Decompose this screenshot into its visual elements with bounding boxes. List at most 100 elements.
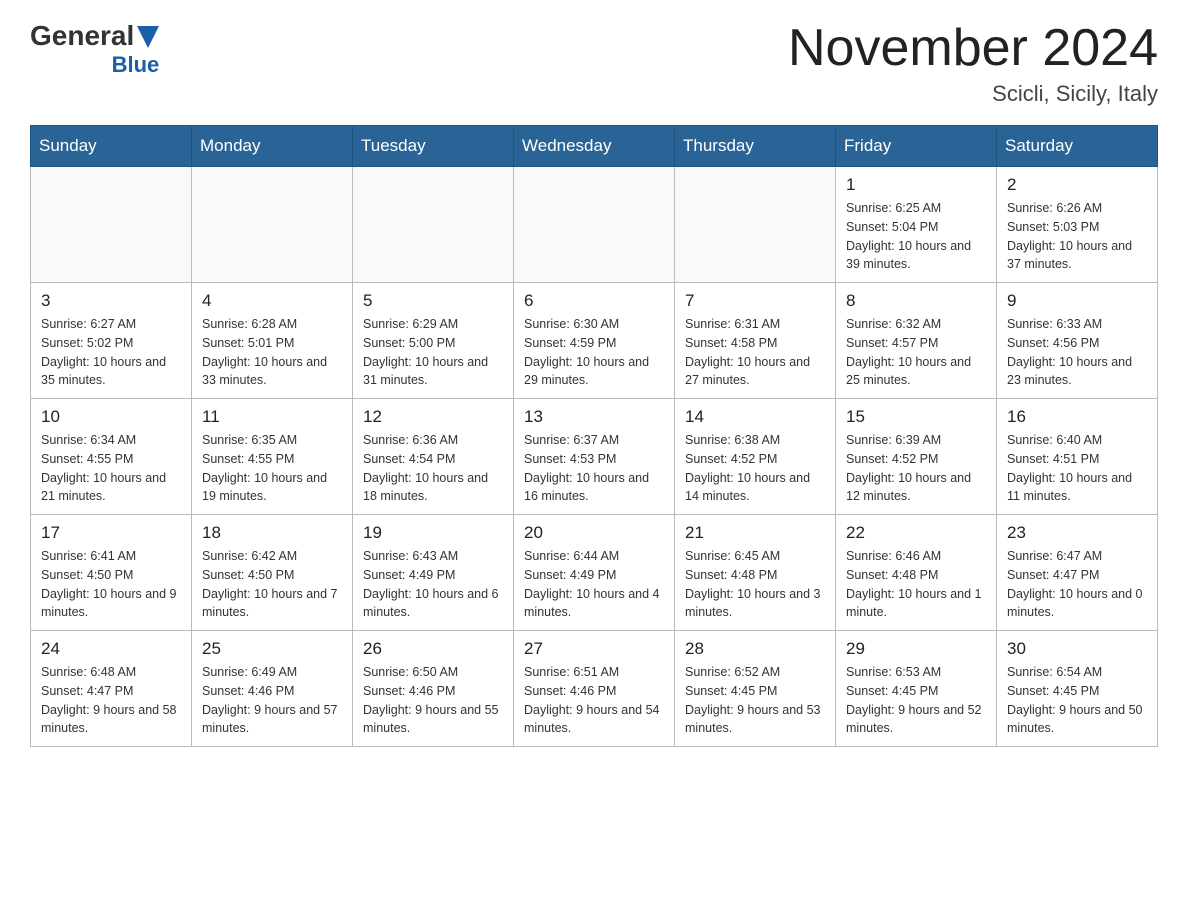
day-number: 17: [41, 523, 181, 543]
header-row: SundayMondayTuesdayWednesdayThursdayFrid…: [31, 126, 1158, 167]
day-info: Sunrise: 6:31 AMSunset: 4:58 PMDaylight:…: [685, 315, 825, 390]
day-info: Sunrise: 6:54 AMSunset: 4:45 PMDaylight:…: [1007, 663, 1147, 738]
day-number: 24: [41, 639, 181, 659]
logo-blue-text: Blue: [112, 52, 160, 77]
day-info: Sunrise: 6:51 AMSunset: 4:46 PMDaylight:…: [524, 663, 664, 738]
calendar-week-row: 24 Sunrise: 6:48 AMSunset: 4:47 PMDayligh…: [31, 631, 1158, 747]
day-number: 4: [202, 291, 342, 311]
calendar-day-cell: 2 Sunrise: 6:26 AMSunset: 5:03 PMDaylight…: [997, 167, 1158, 283]
day-info: Sunrise: 6:49 AMSunset: 4:46 PMDaylight:…: [202, 663, 342, 738]
calendar-day-cell: 27 Sunrise: 6:51 AMSunset: 4:46 PMDayligh…: [514, 631, 675, 747]
calendar-day-cell: 18Sunrise: 6:42 AMSunset: 4:50 PMDayligh…: [192, 515, 353, 631]
day-number: 9: [1007, 291, 1147, 311]
calendar-table: SundayMondayTuesdayWednesdayThursdayFrid…: [30, 125, 1158, 747]
logo-general-text: General: [30, 20, 134, 52]
calendar-week-row: 1 Sunrise: 6:25 AMSunset: 5:04 PMDaylight…: [31, 167, 1158, 283]
day-info: Sunrise: 6:36 AMSunset: 4:54 PMDaylight:…: [363, 431, 503, 506]
day-number: 11: [202, 407, 342, 427]
day-info: Sunrise: 6:26 AMSunset: 5:03 PMDaylight:…: [1007, 199, 1147, 274]
calendar-week-row: 10 Sunrise: 6:34 AMSunset: 4:55 PMDayligh…: [31, 399, 1158, 515]
day-number: 6: [524, 291, 664, 311]
day-info: Sunrise: 6:34 AMSunset: 4:55 PMDaylight:…: [41, 431, 181, 506]
calendar-day-cell: 21 Sunrise: 6:45 AMSunset: 4:48 PMDayligh…: [675, 515, 836, 631]
calendar-week-row: 17 Sunrise: 6:41 AMSunset: 4:50 PMDayligh…: [31, 515, 1158, 631]
calendar-day-cell: [31, 167, 192, 283]
day-of-week-header: Tuesday: [353, 126, 514, 167]
day-number: 30: [1007, 639, 1147, 659]
day-of-week-header: Monday: [192, 126, 353, 167]
calendar-week-row: 3 Sunrise: 6:27 AMSunset: 5:02 PMDaylight…: [31, 283, 1158, 399]
day-number: 8: [846, 291, 986, 311]
calendar-day-cell: 24 Sunrise: 6:48 AMSunset: 4:47 PMDayligh…: [31, 631, 192, 747]
title-section: November 2024 Scicli, Sicily, Italy: [788, 20, 1158, 107]
day-number: 1: [846, 175, 986, 195]
day-number: 23: [1007, 523, 1147, 543]
day-number: 22: [846, 523, 986, 543]
day-info: Sunrise: 6:38 AMSunset: 4:52 PMDaylight:…: [685, 431, 825, 506]
day-number: 15: [846, 407, 986, 427]
day-number: 5: [363, 291, 503, 311]
page-header: General Blue November 2024 Scicli, Sicil…: [30, 20, 1158, 107]
day-info: Sunrise: 6:35 AMSunset: 4:55 PMDaylight:…: [202, 431, 342, 506]
calendar-header: SundayMondayTuesdayWednesdayThursdayFrid…: [31, 126, 1158, 167]
calendar-day-cell: 7 Sunrise: 6:31 AMSunset: 4:58 PMDaylight…: [675, 283, 836, 399]
day-of-week-header: Wednesday: [514, 126, 675, 167]
day-number: 27: [524, 639, 664, 659]
day-info: Sunrise: 6:29 AMSunset: 5:00 PMDaylight:…: [363, 315, 503, 390]
calendar-day-cell: 8 Sunrise: 6:32 AMSunset: 4:57 PMDaylight…: [836, 283, 997, 399]
day-number: 3: [41, 291, 181, 311]
calendar-day-cell: 26 Sunrise: 6:50 AMSunset: 4:46 PMDayligh…: [353, 631, 514, 747]
day-info: Sunrise: 6:45 AMSunset: 4:48 PMDaylight:…: [685, 547, 825, 622]
day-number: 13: [524, 407, 664, 427]
calendar-day-cell: 30 Sunrise: 6:54 AMSunset: 4:45 PMDayligh…: [997, 631, 1158, 747]
day-info: Sunrise: 6:37 AMSunset: 4:53 PMDaylight:…: [524, 431, 664, 506]
calendar-day-cell: 5 Sunrise: 6:29 AMSunset: 5:00 PMDaylight…: [353, 283, 514, 399]
calendar-day-cell: 23Sunrise: 6:47 AMSunset: 4:47 PMDayligh…: [997, 515, 1158, 631]
day-number: 25: [202, 639, 342, 659]
calendar-day-cell: 12 Sunrise: 6:36 AMSunset: 4:54 PMDayligh…: [353, 399, 514, 515]
day-number: 14: [685, 407, 825, 427]
day-info: Sunrise: 6:43 AMSunset: 4:49 PMDaylight:…: [363, 547, 503, 622]
calendar-day-cell: 14 Sunrise: 6:38 AMSunset: 4:52 PMDayligh…: [675, 399, 836, 515]
calendar-day-cell: 25 Sunrise: 6:49 AMSunset: 4:46 PMDayligh…: [192, 631, 353, 747]
calendar-day-cell: 10 Sunrise: 6:34 AMSunset: 4:55 PMDayligh…: [31, 399, 192, 515]
day-number: 29: [846, 639, 986, 659]
day-number: 26: [363, 639, 503, 659]
calendar-day-cell: 16Sunrise: 6:40 AMSunset: 4:51 PMDayligh…: [997, 399, 1158, 515]
day-number: 10: [41, 407, 181, 427]
calendar-day-cell: [675, 167, 836, 283]
calendar-day-cell: 19Sunrise: 6:43 AMSunset: 4:49 PMDayligh…: [353, 515, 514, 631]
day-info: Sunrise: 6:27 AMSunset: 5:02 PMDaylight:…: [41, 315, 181, 390]
day-of-week-header: Thursday: [675, 126, 836, 167]
day-info: Sunrise: 6:25 AMSunset: 5:04 PMDaylight:…: [846, 199, 986, 274]
day-info: Sunrise: 6:44 AMSunset: 4:49 PMDaylight:…: [524, 547, 664, 622]
calendar-day-cell: 9Sunrise: 6:33 AMSunset: 4:56 PMDaylight…: [997, 283, 1158, 399]
day-info: Sunrise: 6:50 AMSunset: 4:46 PMDaylight:…: [363, 663, 503, 738]
logo-triangle-icon: [137, 26, 159, 48]
day-number: 2: [1007, 175, 1147, 195]
calendar-title: November 2024: [788, 20, 1158, 77]
day-of-week-header: Sunday: [31, 126, 192, 167]
day-info: Sunrise: 6:28 AMSunset: 5:01 PMDaylight:…: [202, 315, 342, 390]
calendar-subtitle: Scicli, Sicily, Italy: [788, 81, 1158, 107]
day-info: Sunrise: 6:41 AMSunset: 4:50 PMDaylight:…: [41, 547, 181, 622]
day-info: Sunrise: 6:32 AMSunset: 4:57 PMDaylight:…: [846, 315, 986, 390]
day-info: Sunrise: 6:30 AMSunset: 4:59 PMDaylight:…: [524, 315, 664, 390]
day-info: Sunrise: 6:42 AMSunset: 4:50 PMDaylight:…: [202, 547, 342, 622]
day-info: Sunrise: 6:53 AMSunset: 4:45 PMDaylight:…: [846, 663, 986, 738]
calendar-day-cell: 4 Sunrise: 6:28 AMSunset: 5:01 PMDaylight…: [192, 283, 353, 399]
day-of-week-header: Friday: [836, 126, 997, 167]
day-info: Sunrise: 6:39 AMSunset: 4:52 PMDaylight:…: [846, 431, 986, 506]
day-number: 12: [363, 407, 503, 427]
calendar-day-cell: 28Sunrise: 6:52 AMSunset: 4:45 PMDayligh…: [675, 631, 836, 747]
day-info: Sunrise: 6:48 AMSunset: 4:47 PMDaylight:…: [41, 663, 181, 738]
day-number: 7: [685, 291, 825, 311]
calendar-day-cell: 22 Sunrise: 6:46 AMSunset: 4:48 PMDayligh…: [836, 515, 997, 631]
day-info: Sunrise: 6:46 AMSunset: 4:48 PMDaylight:…: [846, 547, 986, 622]
calendar-day-cell: [353, 167, 514, 283]
day-number: 28: [685, 639, 825, 659]
day-number: 21: [685, 523, 825, 543]
calendar-day-cell: [514, 167, 675, 283]
day-info: Sunrise: 6:40 AMSunset: 4:51 PMDaylight:…: [1007, 431, 1147, 506]
calendar-day-cell: 13 Sunrise: 6:37 AMSunset: 4:53 PMDayligh…: [514, 399, 675, 515]
